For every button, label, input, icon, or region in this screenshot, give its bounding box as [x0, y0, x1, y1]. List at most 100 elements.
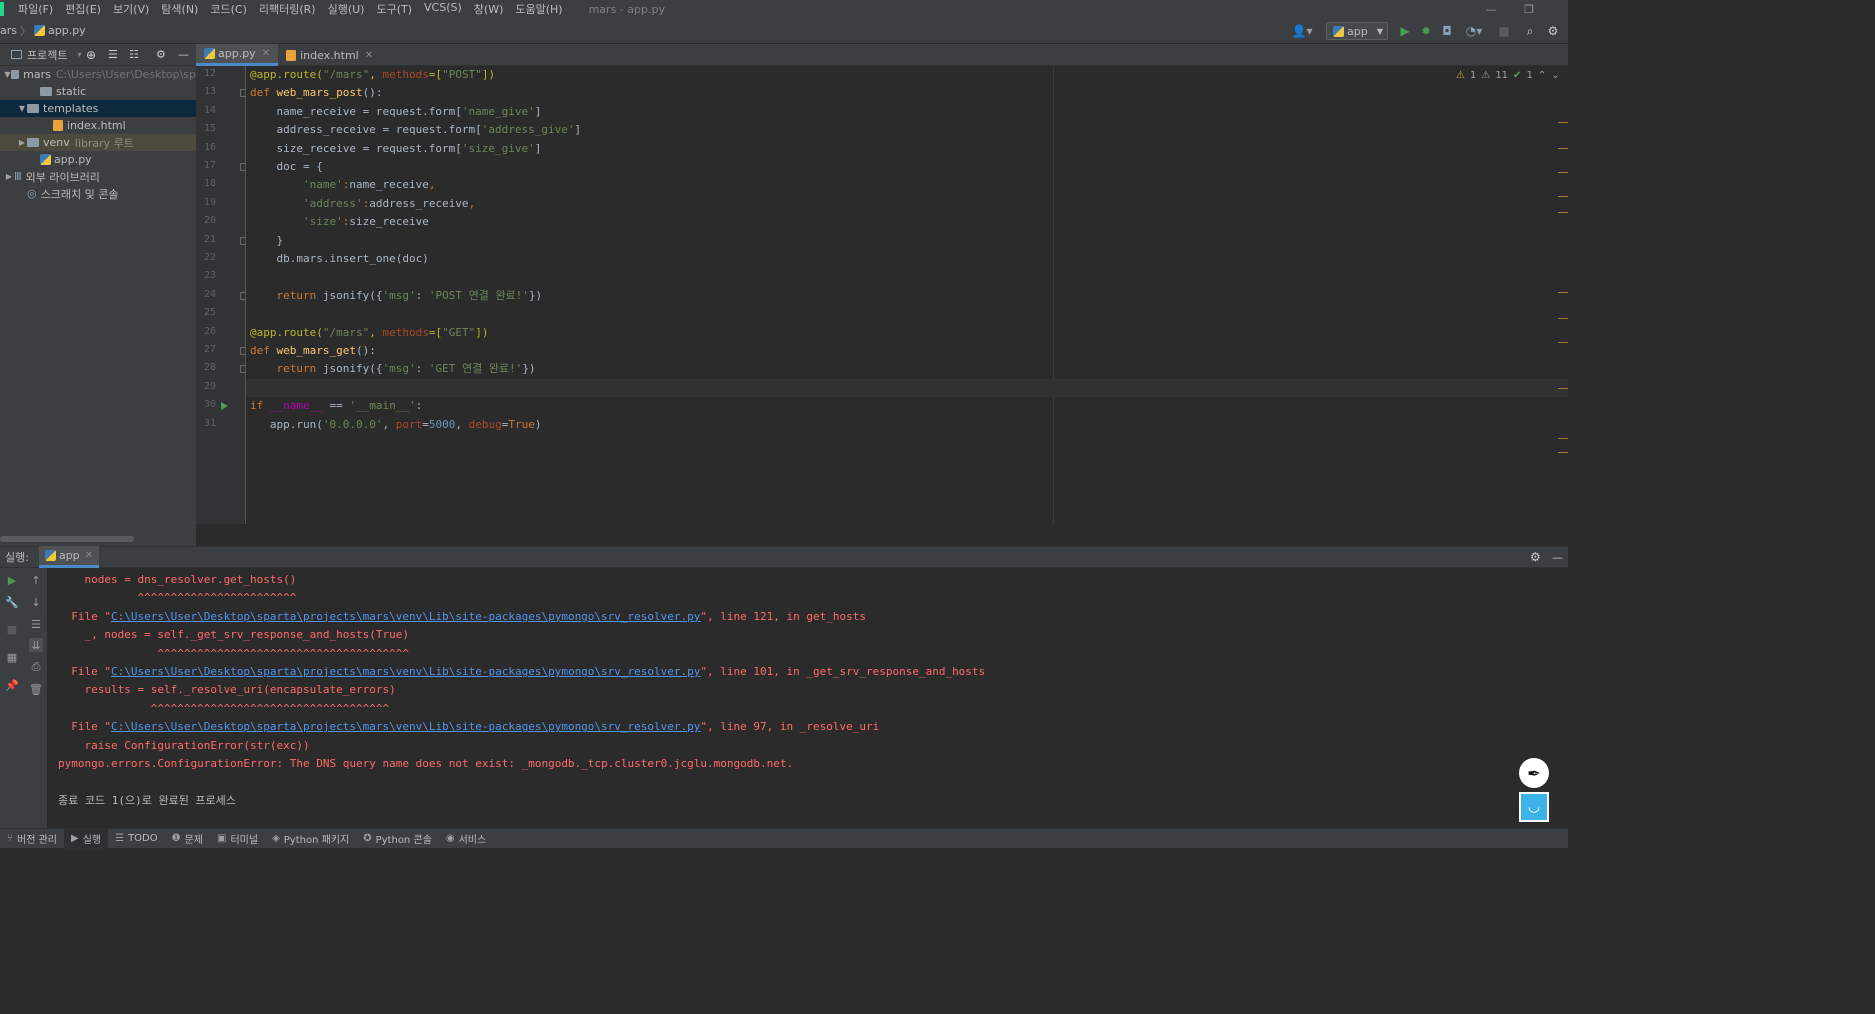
locate-file-icon[interactable]: ⊕	[86, 48, 96, 62]
expand-all-icon[interactable]: ☰	[108, 48, 118, 61]
editor-tab[interactable]: app.py ✕	[196, 44, 279, 66]
tree-item[interactable]: ▶ Ⅲ 외부 라이브러리	[0, 168, 196, 185]
run-tab-app[interactable]: app ✕	[38, 546, 100, 568]
tool-window-6[interactable]: ◈ Python 패키지	[265, 829, 356, 849]
panel-settings-icon[interactable]: ⚙	[156, 48, 166, 61]
print-icon[interactable]: ⎙	[29, 660, 43, 674]
code-line[interactable]: }	[250, 232, 283, 250]
coverage-button[interactable]: ◘	[1439, 22, 1455, 40]
menu-item[interactable]: 탐색(N)	[161, 1, 198, 17]
horizontal-scrollbar[interactable]	[0, 536, 134, 542]
menu-item[interactable]: 보기(V)	[113, 1, 149, 17]
tool-window-5[interactable]: ▣ 터미널	[210, 829, 265, 849]
tool-window-4[interactable]: ❶ 문제	[165, 829, 210, 849]
settings-gear-icon[interactable]: ⚙	[1545, 22, 1561, 40]
menu-item[interactable]: 편집(E)	[65, 1, 101, 17]
stripe-mark[interactable]	[1558, 122, 1568, 123]
tree-item[interactable]: ▼ mars C:\Users\User\Desktop\sp	[0, 66, 196, 83]
menu-item[interactable]: 창(W)	[474, 1, 504, 17]
restore-icon[interactable]: ❐	[1514, 0, 1544, 18]
code-line[interactable]: 'name':name_receive,	[250, 176, 435, 194]
tool-window-1[interactable]: ⑂ 버전 관리	[0, 829, 64, 849]
code-line[interactable]: return jsonify({'msg': 'GET 연결 완료!'})	[250, 360, 535, 378]
layout-icon[interactable]: ▦	[5, 650, 19, 664]
search-icon[interactable]: ⌕	[1522, 22, 1538, 40]
pen-tool-icon[interactable]: ✒	[1519, 758, 1549, 788]
arrow-up-icon[interactable]: ↑	[29, 573, 43, 587]
smile-assistant-icon[interactable]: ◡	[1519, 792, 1549, 822]
file-link[interactable]: C:\Users\User\Desktop\sparta\projects\ma…	[111, 610, 700, 623]
close-icon[interactable]: ✕	[262, 48, 270, 59]
inspection-widget[interactable]: ⚠ 1 ⚠ 11 ✔ 1 ⌃ ⌄	[1456, 70, 1565, 81]
breadcrumb-file[interactable]: app.py	[48, 24, 86, 37]
close-icon[interactable]: ✕	[365, 50, 373, 61]
tool-window-2[interactable]: ▶ 실행	[63, 828, 109, 849]
code-line[interactable]: app.run('0.0.0.0', port=5000, debug=True…	[250, 416, 542, 434]
tree-item[interactable]: app.py	[0, 151, 196, 168]
trash-icon[interactable]: 🗑	[29, 682, 43, 696]
chevron-right-icon[interactable]: ▶	[17, 138, 27, 147]
menu-item[interactable]: 파일(F)	[18, 1, 53, 17]
menu-item[interactable]: 실행(U)	[328, 1, 365, 17]
code-editor[interactable]: @app.route("/mars", methods=["POST"]) def…	[246, 66, 1568, 524]
file-link[interactable]: C:\Users\User\Desktop\sparta\projects\ma…	[111, 720, 700, 733]
chevron-up-icon[interactable]: ⌃	[1538, 70, 1546, 81]
code-line[interactable]: name_receive = request.form['name_give']	[250, 103, 541, 121]
code-line[interactable]: return jsonify({'msg': 'POST 연결 완료!'})	[250, 287, 542, 305]
stripe-mark[interactable]	[1558, 172, 1568, 173]
tree-item[interactable]: ◎ 스크래치 및 콘솔	[0, 185, 196, 202]
stop-icon[interactable]: ■	[5, 622, 19, 636]
code-line[interactable]: 'address':address_receive,	[250, 195, 475, 213]
rerun-icon[interactable]: ▶	[5, 573, 19, 587]
wrench-icon[interactable]: 🔧	[5, 595, 19, 609]
code-line[interactable]: if __name__ == '__main__':	[250, 397, 422, 415]
stop-button[interactable]: ■	[1496, 22, 1512, 40]
minimize-icon[interactable]: —	[1476, 0, 1506, 18]
stripe-mark[interactable]	[1558, 196, 1568, 197]
tree-item[interactable]: ▶ venv library 루트	[0, 134, 196, 151]
code-line[interactable]: size_receive = request.form['size_give']	[250, 140, 541, 158]
run-gutter-icon[interactable]	[221, 402, 228, 411]
code-line[interactable]: address_receive = request.form['address_…	[250, 121, 581, 139]
run-settings-gear-icon[interactable]: ⚙	[1530, 550, 1541, 564]
tree-item[interactable]: index.html	[0, 117, 196, 134]
stripe-mark[interactable]	[1558, 342, 1568, 343]
soft-wrap-icon[interactable]: ☰	[29, 617, 43, 631]
stripe-mark[interactable]	[1558, 438, 1568, 439]
tool-window-3[interactable]: ☰ TODO	[108, 829, 165, 849]
menu-item[interactable]: 코드(C)	[210, 1, 247, 17]
code-line[interactable]: def web_mars_post():	[250, 84, 382, 102]
stripe-mark[interactable]	[1558, 388, 1568, 389]
stripe-mark[interactable]	[1558, 318, 1568, 319]
code-line[interactable]: doc = {	[250, 158, 322, 176]
arrow-down-icon[interactable]: ↓	[29, 595, 43, 609]
stripe-mark[interactable]	[1558, 292, 1568, 293]
code-line[interactable]: @app.route("/mars", methods=["GET"])	[250, 324, 488, 342]
tree-item[interactable]: ▼ templates	[0, 100, 196, 117]
hide-run-panel-icon[interactable]: —	[1552, 551, 1563, 564]
pin-icon[interactable]: 📌	[5, 678, 19, 692]
stripe-mark[interactable]	[1558, 148, 1568, 149]
tool-window-8[interactable]: ◉ 서비스	[439, 829, 493, 849]
menu-item[interactable]: 도구(T)	[376, 1, 412, 17]
run-console-output[interactable]: nodes = dns_resolver.get_hosts() ^^^^^^^…	[48, 568, 1568, 828]
tree-item[interactable]: static	[0, 83, 196, 100]
menu-item[interactable]: 도움말(H)	[515, 1, 562, 17]
run-button[interactable]: ▶	[1397, 22, 1413, 40]
menu-item[interactable]: VCS(S)	[424, 1, 462, 17]
profile-button[interactable]: ◔▾	[1460, 22, 1488, 40]
chevron-down-icon[interactable]: ▼	[17, 104, 27, 113]
stripe-mark[interactable]	[1558, 212, 1568, 213]
chevron-right-icon[interactable]: ▶	[4, 172, 14, 181]
file-link[interactable]: C:\Users\User\Desktop\sparta\projects\ma…	[111, 665, 700, 678]
breadcrumb-project[interactable]: ars	[0, 24, 17, 37]
scroll-to-end-icon[interactable]: ⇊	[29, 638, 43, 652]
run-config-dropdown[interactable]: app ▼	[1326, 22, 1388, 40]
collapse-all-icon[interactable]: ☷	[129, 48, 139, 61]
debug-button[interactable]: ✹	[1418, 22, 1434, 40]
chevron-down-icon[interactable]: ⌄	[1551, 70, 1559, 81]
code-line[interactable]: def web_mars_get():	[250, 342, 376, 360]
stripe-mark[interactable]	[1558, 452, 1568, 453]
hide-panel-icon[interactable]: —	[178, 48, 189, 61]
chevron-down-icon[interactable]: ▼	[4, 70, 11, 79]
